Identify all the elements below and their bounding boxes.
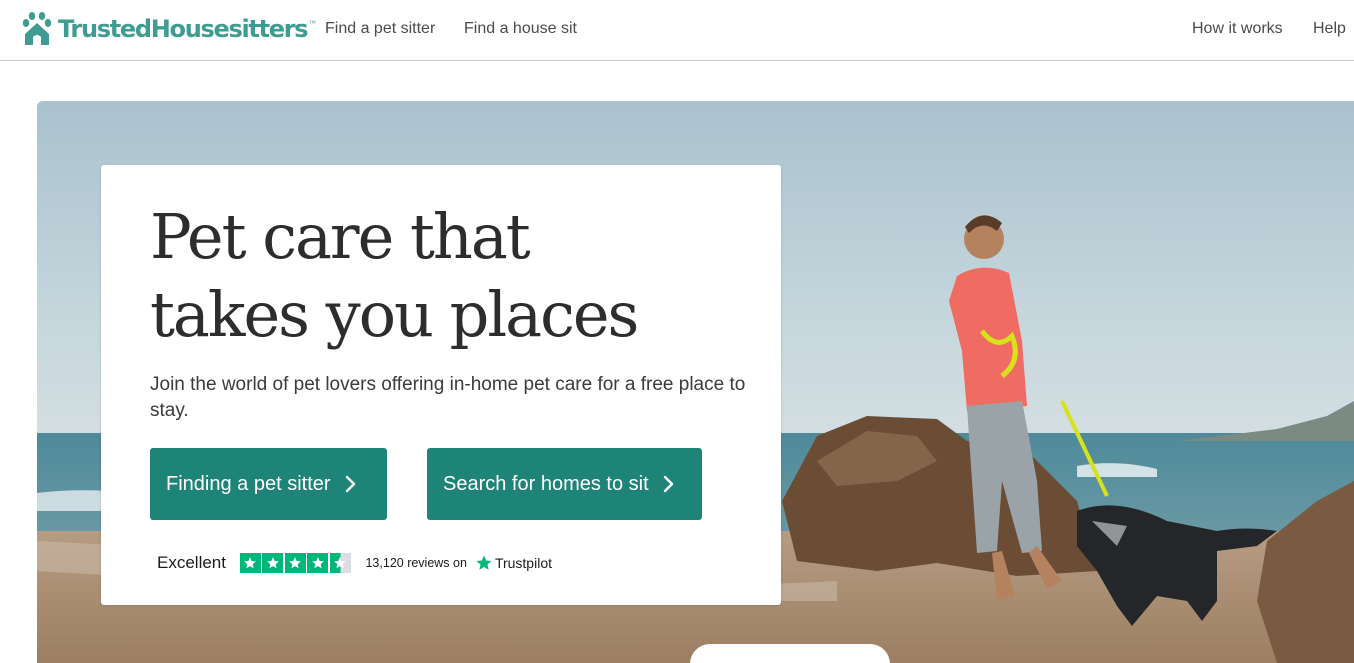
half-star-icon (329, 553, 351, 573)
hero-card: Pet care that takes you places Join the … (101, 165, 781, 605)
brand-logo[interactable]: TrustedHousesitters ™ (20, 11, 316, 47)
scroll-pill-button[interactable] (690, 644, 890, 663)
star-icon (284, 553, 306, 573)
trustpilot-logo: Trustpilot (475, 554, 552, 572)
finding-pet-sitter-label: Finding a pet sitter (166, 472, 331, 495)
trustpilot-star-icon (476, 555, 492, 570)
search-homes-label: Search for homes to sit (443, 472, 649, 495)
chevron-right-icon (663, 475, 673, 493)
hero-subtext: Join the world of pet lovers offering in… (150, 374, 746, 421)
rating-stars (239, 553, 353, 573)
trustpilot-rating[interactable]: Excellent 13,120 reviews on Trustpilot (157, 552, 552, 574)
nav-help[interactable]: Help (1313, 20, 1346, 38)
headline-line-1: Pet care that (150, 200, 531, 273)
reviews-count: 13,120 reviews on (365, 556, 467, 570)
finding-pet-sitter-button[interactable]: Finding a pet sitter (150, 448, 387, 520)
headline-line-2: takes you places (150, 278, 639, 351)
trustpilot-brand-text: Trustpilot (494, 555, 552, 571)
hero-headline: Pet care that takes you places (150, 198, 750, 354)
nav-how-it-works[interactable]: How it works (1192, 20, 1283, 38)
star-icon (307, 553, 329, 573)
paw-house-logo-icon (22, 12, 52, 45)
star-icon (239, 553, 261, 573)
nav-find-pet-sitter[interactable]: Find a pet sitter (325, 20, 435, 38)
nav-find-house-sit[interactable]: Find a house sit (464, 20, 577, 38)
rating-label: Excellent (157, 553, 226, 572)
chevron-right-icon (345, 475, 355, 493)
star-icon (262, 553, 284, 573)
brand-name: TrustedHousesitters (58, 15, 309, 43)
trademark-mark: ™ (308, 18, 317, 28)
site-header: TrustedHousesitters ™ Find a pet sitter … (0, 0, 1354, 61)
search-homes-button[interactable]: Search for homes to sit (427, 448, 702, 520)
